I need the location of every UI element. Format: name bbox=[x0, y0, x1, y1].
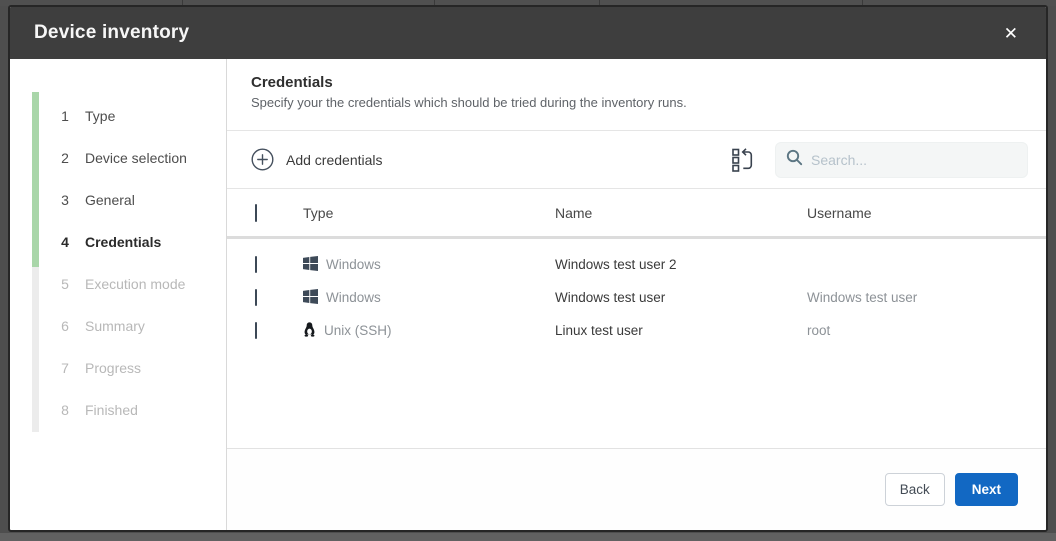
step-number: 5 bbox=[57, 276, 73, 292]
column-header-username: Username bbox=[807, 205, 1046, 221]
back-button[interactable]: Back bbox=[885, 473, 945, 506]
search-icon bbox=[786, 149, 803, 171]
progress-rail-remaining bbox=[32, 267, 39, 432]
step-label: Device selection bbox=[85, 150, 187, 166]
linux-tux-icon bbox=[303, 321, 316, 340]
step-number: 7 bbox=[57, 360, 73, 376]
step-header: Credentials Specify your the credentials… bbox=[227, 59, 1046, 131]
credentials-table-body: Windows Windows test user 2 Windows bbox=[227, 239, 1046, 448]
step-label: Progress bbox=[85, 360, 141, 376]
credential-type: Windows bbox=[326, 257, 381, 272]
step-number: 4 bbox=[57, 234, 73, 250]
step-summary[interactable]: 6 Summary bbox=[10, 305, 226, 347]
step-finished[interactable]: 8 Finished bbox=[10, 389, 226, 431]
search-input[interactable] bbox=[811, 152, 1017, 168]
step-label: Credentials bbox=[85, 234, 161, 250]
step-number: 2 bbox=[57, 150, 73, 166]
page-title: Credentials bbox=[251, 74, 1022, 91]
progress-rail bbox=[32, 92, 39, 432]
search-field bbox=[775, 142, 1028, 178]
page-background-strip bbox=[0, 533, 1056, 541]
step-type[interactable]: 1 Type bbox=[10, 95, 226, 137]
step-number: 6 bbox=[57, 318, 73, 334]
step-label: Type bbox=[85, 108, 115, 124]
credential-name: Linux test user bbox=[555, 323, 807, 338]
credentials-toolbar: Add credentials bbox=[227, 131, 1046, 189]
toggle-columns-icon[interactable] bbox=[731, 146, 755, 173]
table-row: Windows Windows test user 2 bbox=[227, 248, 1046, 281]
row-checkbox[interactable] bbox=[255, 256, 257, 273]
step-content-panel: Credentials Specify your the credentials… bbox=[227, 59, 1046, 530]
plus-circle-icon bbox=[251, 148, 274, 171]
row-checkbox[interactable] bbox=[255, 289, 257, 306]
step-label: Execution mode bbox=[85, 276, 185, 292]
column-header-type: Type bbox=[303, 205, 555, 221]
step-execution-mode[interactable]: 5 Execution mode bbox=[10, 263, 226, 305]
windows-logo-icon bbox=[303, 256, 318, 274]
step-label: Summary bbox=[85, 318, 145, 334]
column-header-name: Name bbox=[555, 205, 807, 221]
progress-rail-completed bbox=[32, 92, 39, 267]
table-row: Unix (SSH) Linux test user root bbox=[227, 314, 1046, 347]
row-checkbox[interactable] bbox=[255, 322, 257, 339]
page-subtitle: Specify your the credentials which shoul… bbox=[251, 95, 1022, 110]
credential-type: Unix (SSH) bbox=[324, 323, 392, 338]
windows-logo-icon bbox=[303, 289, 318, 307]
dialog-header: Device inventory ✕ bbox=[10, 7, 1046, 59]
credential-type: Windows bbox=[326, 290, 381, 305]
step-number: 1 bbox=[57, 108, 73, 124]
dialog-title: Device inventory bbox=[34, 22, 189, 44]
table-row: Windows Windows test user Windows test u… bbox=[227, 281, 1046, 314]
next-button[interactable]: Next bbox=[955, 473, 1018, 506]
table-header-row: Type Name Username bbox=[227, 189, 1046, 239]
step-credentials-active[interactable]: 4 Credentials bbox=[10, 221, 226, 263]
step-number: 8 bbox=[57, 402, 73, 418]
credential-username: root bbox=[807, 323, 1046, 338]
wizard-step-list: 1 Type 2 Device selection 3 General 4 Creden… bbox=[10, 95, 226, 431]
add-credentials-label: Add credentials bbox=[286, 152, 383, 168]
step-number: 3 bbox=[57, 192, 73, 208]
close-icon[interactable]: ✕ bbox=[1000, 21, 1022, 46]
device-inventory-dialog: Device inventory ✕ 1 Type 2 Device selecti… bbox=[8, 5, 1048, 532]
dialog-footer: Back Next bbox=[227, 448, 1046, 530]
step-label: Finished bbox=[85, 402, 138, 418]
step-device-selection[interactable]: 2 Device selection bbox=[10, 137, 226, 179]
step-general[interactable]: 3 General bbox=[10, 179, 226, 221]
credential-name: Windows test user 2 bbox=[555, 257, 807, 272]
step-label: General bbox=[85, 192, 135, 208]
wizard-steps-sidebar: 1 Type 2 Device selection 3 General 4 Creden… bbox=[10, 59, 227, 530]
credential-name: Windows test user bbox=[555, 290, 807, 305]
step-progress[interactable]: 7 Progress bbox=[10, 347, 226, 389]
credential-username: Windows test user bbox=[807, 290, 1046, 305]
select-all-checkbox[interactable] bbox=[255, 204, 257, 222]
dialog-body: 1 Type 2 Device selection 3 General 4 Creden… bbox=[10, 59, 1046, 530]
add-credentials-button[interactable]: Add credentials bbox=[251, 148, 383, 171]
